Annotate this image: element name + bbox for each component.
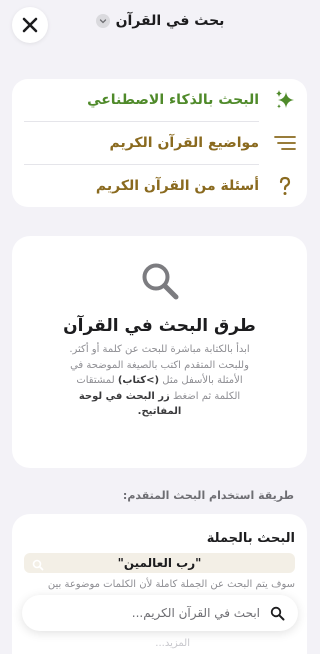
search-input[interactable] <box>34 606 260 620</box>
question-icon <box>273 174 297 198</box>
search-methods-description: ابدأ بالكتابة مباشرة للبحث عن كلمة أو أك… <box>40 342 279 420</box>
search-icon <box>268 604 286 622</box>
search-options-card: البحث بالذكاء الاصطناعي مواضيع القرآن ال… <box>12 79 307 207</box>
example-syntax: (>كتاب) <box>117 375 160 386</box>
phrase-search-description: سوف يتم البحث عن الجملة كاملة لأن الكلما… <box>47 579 295 590</box>
info-line: المفاتيح. <box>137 406 182 417</box>
menu-item-label: أسئلة من القرآن الكريم <box>95 178 259 194</box>
menu-item-quran-questions[interactable]: أسئلة من القرآن الكريم <box>12 165 307 207</box>
lines-icon <box>273 131 297 155</box>
info-line: الكلمة ثم اضغط زر البحث في لوحة <box>78 390 241 402</box>
menu-item-quran-topics[interactable]: مواضيع القرآن الكريم <box>12 122 307 164</box>
advanced-search-heading: طريقة استخدام البحث المتقدم: <box>122 489 294 502</box>
info-line: الأمثلة بالأسفل مثل (>كتاب) لمشتقات <box>76 375 243 386</box>
advanced-search-card: البحث بالجملة "رب العالمين" سوف يتم البح… <box>12 514 307 654</box>
phrase-example[interactable]: "رب العالمين" <box>24 553 295 573</box>
menu-item-ai-search[interactable]: البحث بالذكاء الاصطناعي <box>12 79 307 121</box>
info-line: وللبحث المتقدم اكتب بالصيغة الموضحة في <box>70 359 249 371</box>
search-icon <box>32 556 44 575</box>
chevron-down-icon <box>95 14 110 28</box>
menu-item-label: مواضيع القرآن الكريم <box>109 135 259 151</box>
search-icon <box>139 260 181 306</box>
example-text: "رب العالمين" <box>117 556 202 570</box>
search-methods-card: طرق البحث في القرآن ابدأ بالكتابة مباشرة… <box>12 236 307 468</box>
sparkles-icon <box>273 88 297 112</box>
search-bar[interactable] <box>22 595 298 631</box>
page-title: بحث في القرآن <box>115 13 225 29</box>
header-title-dropdown[interactable]: بحث في القرآن <box>0 13 320 29</box>
more-link[interactable]: المزيد... <box>155 638 190 649</box>
search-methods-title: طرق البحث في القرآن <box>63 316 256 336</box>
info-line: ابدأ بالكتابة مباشرة للبحث عن كلمة أو أك… <box>69 344 250 355</box>
phrase-search-title: البحث بالجملة <box>206 531 295 546</box>
menu-item-label: البحث بالذكاء الاصطناعي <box>87 92 259 108</box>
